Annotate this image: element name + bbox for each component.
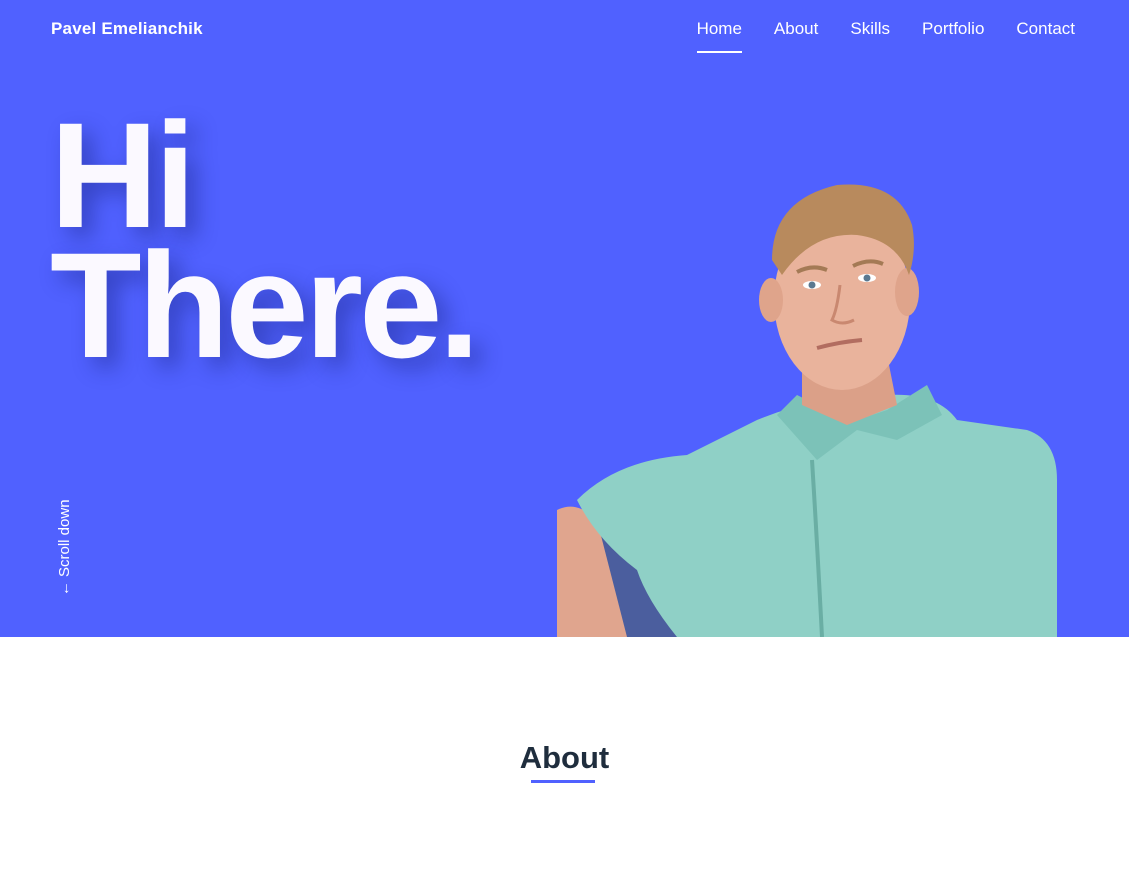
nav-item-contact[interactable]: Contact: [1016, 19, 1075, 53]
about-heading: About: [519, 740, 610, 775]
nav-item-home[interactable]: Home: [696, 19, 743, 53]
hero-section: Pavel Emelianchik Home About Skills Port…: [0, 0, 1129, 637]
nav-item-skills[interactable]: Skills: [850, 19, 890, 53]
scroll-down-link[interactable]: ← Scroll down: [56, 499, 73, 596]
arrow-down-icon: ←: [56, 581, 73, 596]
main-nav: Home About Skills Portfolio Contact: [696, 19, 1075, 53]
site-brand[interactable]: Pavel Emelianchik: [51, 19, 203, 39]
about-section: About: [0, 637, 1129, 894]
headline-line-2: There.: [50, 221, 480, 389]
nav-item-about[interactable]: About: [774, 19, 818, 53]
ear-right: [895, 268, 919, 316]
hero-headline: Hi There.: [50, 100, 480, 389]
ear-left: [759, 278, 783, 322]
about-heading-underline: [531, 780, 595, 783]
scroll-down-label: Scroll down: [56, 499, 73, 577]
nav-item-portfolio[interactable]: Portfolio: [922, 19, 984, 53]
portrait-photo: [557, 184, 1057, 637]
